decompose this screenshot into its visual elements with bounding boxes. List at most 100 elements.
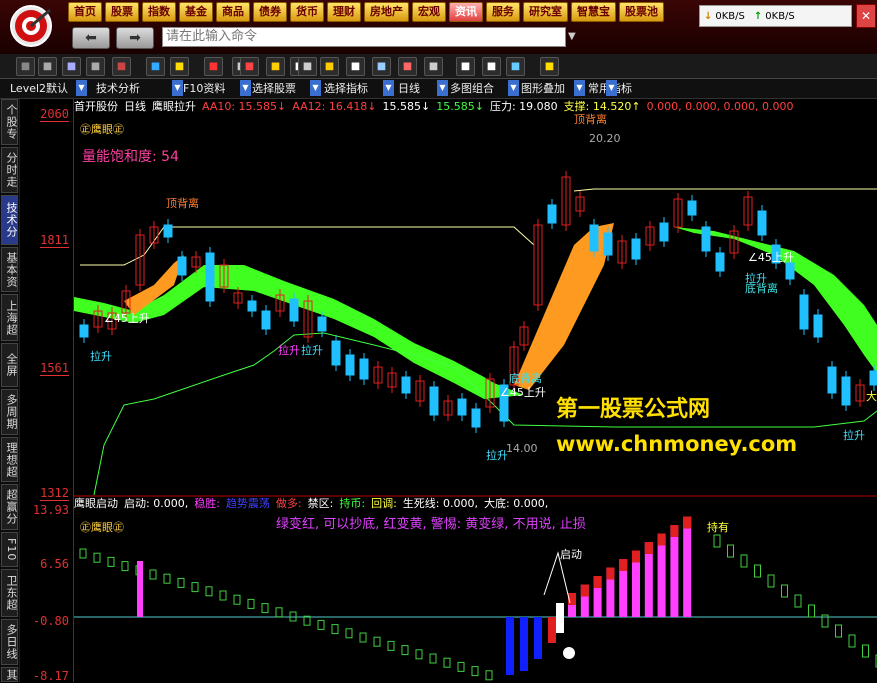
- settings-icon[interactable]: ■: [298, 57, 317, 76]
- sub-square-11: [233, 594, 241, 605]
- color-icon[interactable]: ■: [240, 57, 259, 76]
- sub-tick-2: -0.80: [32, 614, 69, 628]
- candle-body-23: [401, 376, 411, 394]
- sidebar-item-2[interactable]: 技术分: [1, 195, 18, 245]
- menu-item-3[interactable]: 基金: [179, 2, 213, 22]
- table-icon[interactable]: ■: [456, 57, 475, 76]
- draw-icon[interactable]: ■: [398, 57, 417, 76]
- picture-icon[interactable]: ■: [372, 57, 391, 76]
- bell-icon[interactable]: ■: [320, 57, 339, 76]
- sidebar-item-0[interactable]: 个股专: [1, 99, 18, 145]
- tab-dropdown-icon-4[interactable]: ▼: [383, 80, 394, 96]
- tab-dropdown-icon-6[interactable]: ▼: [508, 80, 519, 96]
- big-label: 大: [866, 390, 877, 403]
- price-tick-1: 1811: [40, 233, 69, 248]
- sidebar-item-3[interactable]: 基本资: [1, 247, 18, 292]
- menu-item-0[interactable]: 首页: [68, 2, 102, 22]
- watermark-url: www.chnmoney.com: [556, 432, 798, 456]
- menu-item-11[interactable]: 服务: [486, 2, 520, 22]
- sub-white-bar: [556, 603, 564, 633]
- tool-icon[interactable]: ■: [506, 57, 525, 76]
- menu-item-8[interactable]: 房地产: [364, 2, 409, 22]
- tab-3[interactable]: 选择股票: [252, 80, 296, 97]
- ruler-icon[interactable]: ■: [346, 57, 365, 76]
- export-icon[interactable]: ■: [424, 57, 443, 76]
- sub-square-20: [359, 632, 367, 643]
- angle-label-3: ∠45上升: [748, 251, 794, 264]
- menu-item-14[interactable]: 股票池: [619, 2, 664, 22]
- menu-item-9[interactable]: 宏观: [412, 2, 446, 22]
- sub-square-3: [121, 561, 129, 572]
- sub-badge: ㊣鹰眼㊣: [80, 521, 124, 534]
- tab-4[interactable]: 选择指标: [324, 80, 368, 97]
- sidebar-item-12[interactable]: 其: [1, 667, 18, 682]
- candle-body-54: [827, 366, 837, 394]
- left-sidebar: 个股专分时走技术分基本资上海超全屏多周期理想超超赢分 F10 卫东超多日线其: [0, 99, 20, 682]
- tab-7[interactable]: 图形叠加: [521, 80, 565, 97]
- chart-icon[interactable]: ■: [38, 57, 57, 76]
- tab-1[interactable]: 技术分析: [96, 80, 140, 97]
- energy-saturation: 量能饱和度: 54: [82, 149, 179, 165]
- resistance-line-2: [573, 188, 877, 192]
- sub-square-0: [79, 548, 87, 559]
- tab-dropdown-icon-0[interactable]: ▼: [76, 80, 87, 96]
- sidebar-item-8[interactable]: 超赢分: [1, 484, 18, 530]
- sub-square-9: [205, 586, 213, 597]
- candle-body-52: [799, 294, 809, 330]
- pressure: 压力: 19.080: [489, 100, 558, 113]
- menu-item-7[interactable]: 理财: [327, 2, 361, 22]
- sidebar-item-10[interactable]: 卫东超: [1, 569, 18, 617]
- tab-dropdown-icon-2[interactable]: ▼: [240, 80, 251, 96]
- candle-body-44: [687, 200, 697, 216]
- sub-square-1: [93, 552, 101, 563]
- menu-item-5[interactable]: 债券: [253, 2, 287, 22]
- tab-dropdown-icon-3[interactable]: ▼: [310, 80, 321, 96]
- tab-6[interactable]: 多图组合: [450, 80, 494, 97]
- kline-icon[interactable]: ■: [62, 57, 81, 76]
- menu-item-2[interactable]: 指数: [142, 2, 176, 22]
- sub-square-10: [219, 590, 227, 601]
- note-icon[interactable]: ■: [482, 57, 501, 76]
- sub-square-18: [331, 624, 339, 635]
- candle-body-53: [813, 314, 823, 338]
- calendar-icon[interactable]: ■: [112, 57, 131, 76]
- sidebar-item-5[interactable]: 全屏: [1, 343, 18, 387]
- network-speed: ↓ 0KB/S ↑ 0KB/S: [699, 5, 852, 27]
- menu-item-1[interactable]: 股票: [105, 2, 139, 22]
- sidebar-item-11[interactable]: 多日线: [1, 619, 18, 665]
- tab-0[interactable]: Level2默认: [10, 80, 68, 97]
- sidebar-item-9[interactable]: F10: [1, 532, 18, 567]
- menu-item-10[interactable]: 资讯: [449, 2, 483, 22]
- sub-square-28: [471, 666, 479, 677]
- tab-dropdown-icon-7[interactable]: ▼: [574, 80, 585, 96]
- menu-item-6[interactable]: 货币: [290, 2, 324, 22]
- crosshair-icon[interactable]: ■: [146, 57, 165, 76]
- menu-item-13[interactable]: 智慧宝: [571, 2, 616, 22]
- tab-dropdown-icon-1[interactable]: ▼: [172, 80, 183, 96]
- sub-square-29: [485, 670, 493, 681]
- menu-item-4[interactable]: 商品: [216, 2, 250, 22]
- diamond-icon[interactable]: ■: [540, 57, 559, 76]
- price-tick-3: 1312: [40, 486, 69, 501]
- sidebar-item-7[interactable]: 理想超: [1, 437, 18, 482]
- sidebar-item-4[interactable]: 上海超: [1, 294, 18, 341]
- pull-label-1: 拉升: [90, 350, 112, 363]
- command-dropdown-icon[interactable]: ▼: [568, 27, 580, 47]
- warn-icon[interactable]: ■: [266, 57, 285, 76]
- command-input[interactable]: 请在此输入命令: [162, 27, 566, 47]
- forward-button[interactable]: ➡: [116, 27, 154, 49]
- compare-icon[interactable]: ■: [86, 57, 105, 76]
- refresh-icon[interactable]: ■: [204, 57, 223, 76]
- tab-5[interactable]: 日线: [398, 80, 420, 97]
- tab-dropdown-icon-5[interactable]: ▼: [437, 80, 448, 96]
- grid-icon[interactable]: ■: [16, 57, 35, 76]
- menu-item-12[interactable]: 研究室: [523, 2, 568, 22]
- sidebar-item-1[interactable]: 分时走: [1, 147, 18, 193]
- sidebar-item-6[interactable]: 多周期: [1, 389, 18, 435]
- pull-label-4: 拉升: [486, 449, 508, 462]
- price-icon[interactable]: ■: [170, 57, 189, 76]
- close-icon[interactable]: ✕: [856, 4, 876, 28]
- back-button[interactable]: ⬅: [72, 27, 110, 49]
- tab-2[interactable]: F10资料: [183, 80, 225, 97]
- tab-dropdown-icon-8[interactable]: ▼: [606, 80, 617, 96]
